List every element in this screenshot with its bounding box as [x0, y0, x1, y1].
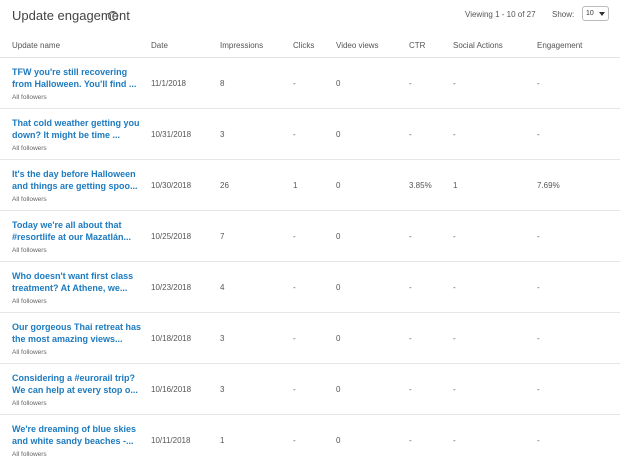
video-views-cell: 0 [336, 385, 341, 394]
update-name-link[interactable]: TFW you're still recovering from Hallowe… [12, 66, 144, 90]
social-actions-cell: - [453, 436, 456, 445]
impressions-cell: 3 [220, 334, 225, 343]
date-cell: 10/25/2018 [151, 232, 192, 241]
date-cell: 10/11/2018 [151, 436, 191, 445]
column-header-video-views[interactable]: Video views [336, 41, 379, 50]
audience-label: All followers [12, 247, 47, 254]
social-actions-cell: - [453, 232, 456, 241]
impressions-cell: 7 [220, 232, 225, 241]
pagination-status: Viewing 1 - 10 of 27 [465, 10, 536, 19]
audience-label: All followers [12, 451, 47, 458]
social-actions-cell: - [453, 283, 456, 292]
update-name-link[interactable]: We're dreaming of blue skies and white s… [12, 423, 144, 447]
date-cell: 10/30/2018 [151, 181, 192, 190]
date-cell: 10/31/2018 [151, 130, 192, 139]
date-cell: 10/16/2018 [151, 385, 192, 394]
clicks-cell: - [293, 232, 296, 241]
clicks-cell: - [293, 385, 296, 394]
clicks-cell: - [293, 130, 296, 139]
update-name-link[interactable]: Our gorgeous Thai retreat has the most a… [12, 321, 144, 345]
column-header-impressions[interactable]: Impressions [220, 41, 263, 50]
engagement-cell: - [537, 283, 540, 292]
table-header: Update name Date Impressions Clicks Vide… [0, 36, 620, 58]
ctr-cell: - [409, 385, 412, 394]
show-label: Show: [552, 10, 575, 19]
audience-label: All followers [12, 298, 47, 305]
social-actions-cell: - [453, 334, 456, 343]
date-cell: 11/1/2018 [151, 79, 186, 88]
video-views-cell: 0 [336, 283, 341, 292]
engagement-cell: - [537, 385, 540, 394]
column-header-social-actions[interactable]: Social Actions [453, 41, 503, 50]
column-header-engagement[interactable]: Engagement [537, 41, 582, 50]
video-views-cell: 0 [336, 181, 341, 190]
ctr-cell: - [409, 232, 412, 241]
engagement-cell: - [537, 334, 540, 343]
impressions-cell: 3 [220, 385, 225, 394]
column-header-update-name[interactable]: Update name [12, 41, 60, 50]
audience-label: All followers [12, 196, 47, 203]
date-cell: 10/23/2018 [151, 283, 192, 292]
column-header-clicks[interactable]: Clicks [293, 41, 314, 50]
social-actions-cell: - [453, 130, 456, 139]
date-cell: 10/18/2018 [151, 334, 192, 343]
impressions-cell: 1 [220, 436, 225, 445]
video-views-cell: 0 [336, 232, 341, 241]
audience-label: All followers [12, 400, 47, 407]
chevron-down-icon [599, 12, 605, 16]
audience-label: All followers [12, 94, 47, 101]
update-name-link[interactable]: Considering a #eurorail trip? We can hel… [12, 372, 144, 396]
table-row: Our gorgeous Thai retreat has the most a… [0, 313, 620, 364]
engagement-cell: - [537, 79, 540, 88]
table-row: It's the day before Halloween and things… [0, 160, 620, 211]
table-row: We're dreaming of blue skies and white s… [0, 415, 620, 466]
audience-label: All followers [12, 349, 47, 356]
impressions-cell: 4 [220, 283, 225, 292]
ctr-cell: - [409, 334, 412, 343]
table-row: Today we're all about that #resortlife a… [0, 211, 620, 262]
ctr-cell: 3.85% [409, 181, 432, 190]
update-name-link[interactable]: It's the day before Halloween and things… [12, 168, 144, 192]
clicks-cell: - [293, 334, 296, 343]
ctr-cell: - [409, 79, 412, 88]
table-row: That cold weather getting you down? It m… [0, 109, 620, 160]
ctr-cell: - [409, 130, 412, 139]
update-name-link[interactable]: Who doesn't want first class treatment? … [12, 270, 144, 294]
clicks-cell: - [293, 79, 296, 88]
page-size-value: 10 [586, 10, 594, 17]
social-actions-cell: - [453, 385, 456, 394]
impressions-cell: 8 [220, 79, 225, 88]
update-name-link[interactable]: That cold weather getting you down? It m… [12, 117, 144, 141]
update-name-link[interactable]: Today we're all about that #resortlife a… [12, 219, 144, 243]
clicks-cell: - [293, 436, 296, 445]
column-header-ctr[interactable]: CTR [409, 41, 425, 50]
video-views-cell: 0 [336, 334, 341, 343]
impressions-cell: 3 [220, 130, 225, 139]
social-actions-cell: - [453, 79, 456, 88]
help-icon[interactable]: ? [108, 11, 118, 21]
ctr-cell: - [409, 436, 412, 445]
engagement-cell: - [537, 130, 540, 139]
ctr-cell: - [409, 283, 412, 292]
table-row: Who doesn't want first class treatment? … [0, 262, 620, 313]
video-views-cell: 0 [336, 130, 341, 139]
clicks-cell: 1 [293, 181, 298, 190]
audience-label: All followers [12, 145, 47, 152]
social-actions-cell: 1 [453, 181, 458, 190]
panel-header: Update engagement ? Viewing 1 - 10 of 27… [0, 0, 620, 30]
table-body: TFW you're still recovering from Hallowe… [0, 58, 620, 466]
engagement-cell: - [537, 436, 540, 445]
impressions-cell: 26 [220, 181, 229, 190]
video-views-cell: 0 [336, 436, 341, 445]
video-views-cell: 0 [336, 79, 341, 88]
engagement-cell: - [537, 232, 540, 241]
page-size-select[interactable]: 10 [582, 6, 609, 21]
column-header-date[interactable]: Date [151, 41, 168, 50]
engagement-cell: 7.69% [537, 181, 560, 190]
clicks-cell: - [293, 283, 296, 292]
table-row: TFW you're still recovering from Hallowe… [0, 58, 620, 109]
table-row: Considering a #eurorail trip? We can hel… [0, 364, 620, 415]
